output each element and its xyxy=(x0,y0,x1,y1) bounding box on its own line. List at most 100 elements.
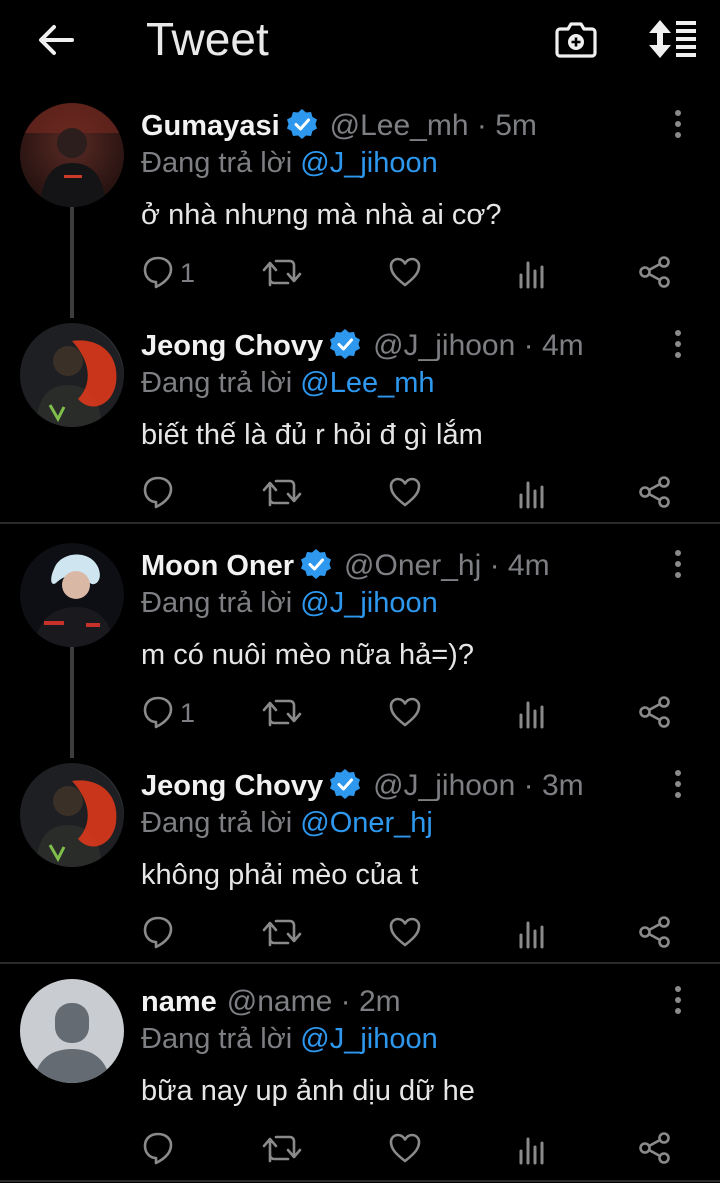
tweet-actions: 1 xyxy=(140,255,700,295)
timestamp: 3m xyxy=(541,769,584,803)
mention-link[interactable]: @J_jihoon xyxy=(300,587,437,619)
retweet-button[interactable] xyxy=(262,255,302,291)
bottom-separator xyxy=(0,1180,720,1182)
tweet[interactable]: Jeong Chovy @J_jihoon · 3m Đang trả lời @… xyxy=(0,763,720,963)
share-button[interactable] xyxy=(638,1131,672,1167)
mention-link[interactable]: @J_jihoon xyxy=(300,147,437,179)
verified-badge-icon xyxy=(286,108,318,140)
tweet[interactable]: Moon Oner @Oner_hj · 4m Đang trả lời @J_j… xyxy=(0,543,720,753)
default-avatar[interactable] xyxy=(20,979,124,1083)
separator-dot: · xyxy=(332,985,359,1019)
separator-dot: · xyxy=(468,109,496,143)
display-name[interactable]: name xyxy=(141,986,217,1018)
more-options-icon[interactable] xyxy=(664,985,692,1015)
analytics-button[interactable] xyxy=(518,475,546,511)
retweet-button[interactable] xyxy=(262,915,302,951)
avatar[interactable] xyxy=(20,543,124,647)
tweet-header: Jeong Chovy @J_jihoon · 4m xyxy=(141,325,584,365)
replying-to: Đang trả lời @J_jihoon xyxy=(141,583,438,623)
user-handle: @J_jihoon xyxy=(373,769,516,803)
user-handle: @name xyxy=(226,985,333,1019)
analytics-button[interactable] xyxy=(518,695,546,731)
mention-link[interactable]: @Oner_hj xyxy=(300,807,433,839)
tweet-header: Gumayasi @Lee_mh · 5m xyxy=(141,105,537,145)
more-options-icon[interactable] xyxy=(664,549,692,579)
thread-separator xyxy=(0,522,720,524)
like-button[interactable] xyxy=(388,475,422,511)
more-options-icon[interactable] xyxy=(664,329,692,359)
more-options-icon[interactable] xyxy=(664,109,692,139)
tweet-header: Jeong Chovy @J_jihoon · 3m xyxy=(141,765,584,805)
user-handle: @Oner_hj xyxy=(344,549,482,583)
tweet[interactable]: name @name · 2m Đang trả lời @J_jihoon bữ… xyxy=(0,979,720,1179)
display-name[interactable]: Gumayasi xyxy=(141,110,280,142)
like-button[interactable] xyxy=(388,695,422,731)
reply-prefix: Đang trả lời xyxy=(141,1023,293,1055)
reply-count: 1 xyxy=(180,698,196,728)
user-handle: @J_jihoon xyxy=(373,329,516,363)
page-title: Tweet xyxy=(146,13,269,65)
share-button[interactable] xyxy=(638,695,672,731)
tweet[interactable]: Jeong Chovy @J_jihoon · 4m Đang trả lời @… xyxy=(0,323,720,523)
tweet-text: không phải mèo của t xyxy=(141,859,419,891)
top-bar: Tweet xyxy=(0,0,720,80)
tweet-actions: 1 xyxy=(140,695,700,735)
tweet-header: name @name · 2m xyxy=(141,981,401,1021)
share-button[interactable] xyxy=(638,255,672,291)
display-name[interactable]: Jeong Chovy xyxy=(141,770,323,802)
tweet-header: Moon Oner @Oner_hj · 4m xyxy=(141,545,550,585)
more-options-icon[interactable] xyxy=(664,769,692,799)
display-name[interactable]: Jeong Chovy xyxy=(141,330,323,362)
reply-button[interactable]: 1 xyxy=(142,255,195,291)
tweet-text: biết thế là đủ r hỏi đ gì lắm xyxy=(141,419,483,451)
replying-to: Đang trả lời @J_jihoon xyxy=(141,1019,438,1059)
retweet-button[interactable] xyxy=(262,475,302,511)
reply-count: 1 xyxy=(180,258,196,288)
analytics-button[interactable] xyxy=(518,255,546,291)
separator-dot: · xyxy=(515,769,542,803)
analytics-button[interactable] xyxy=(518,1131,546,1167)
replying-to: Đang trả lời @J_jihoon xyxy=(141,143,438,183)
mention-link[interactable]: @J_jihoon xyxy=(300,1023,437,1055)
tweet-text: bữa nay up ảnh dịu dữ he xyxy=(141,1075,475,1107)
sort-icon[interactable] xyxy=(646,18,698,60)
retweet-button[interactable] xyxy=(262,695,302,731)
like-button[interactable] xyxy=(388,915,422,951)
avatar[interactable] xyxy=(20,103,124,207)
separator-dot: · xyxy=(481,549,508,583)
tweet-text: ở nhà nhưng mà nhà ai cơ? xyxy=(141,199,502,231)
tweet[interactable]: Gumayasi @Lee_mh · 5m Đang trả lời @J_jih… xyxy=(0,103,720,313)
tweet-text: m có nuôi mèo nữa hả=)? xyxy=(141,639,474,671)
share-button[interactable] xyxy=(638,915,672,951)
like-button[interactable] xyxy=(388,1131,422,1167)
timestamp: 5m xyxy=(495,109,537,143)
timestamp: 2m xyxy=(358,985,401,1019)
tweet-actions xyxy=(140,475,700,515)
reply-prefix: Đang trả lời xyxy=(141,367,293,399)
reply-button[interactable] xyxy=(142,475,174,511)
reply-button[interactable] xyxy=(142,915,174,951)
replying-to: Đang trả lời @Oner_hj xyxy=(141,803,433,843)
thread-separator xyxy=(0,962,720,964)
back-arrow-icon[interactable] xyxy=(36,20,76,60)
reply-prefix: Đang trả lời xyxy=(141,807,293,839)
avatar[interactable] xyxy=(20,323,124,427)
avatar[interactable] xyxy=(20,763,124,867)
reply-prefix: Đang trả lời xyxy=(141,147,293,179)
user-handle: @Lee_mh xyxy=(329,109,469,143)
tweet-actions xyxy=(140,915,700,955)
separator-dot: · xyxy=(515,329,542,363)
display-name[interactable]: Moon Oner xyxy=(141,550,294,582)
replying-to: Đang trả lời @Lee_mh xyxy=(141,363,435,403)
reply-button[interactable]: 1 xyxy=(142,695,195,731)
verified-badge-icon xyxy=(329,328,361,360)
share-button[interactable] xyxy=(638,475,672,511)
retweet-button[interactable] xyxy=(262,1131,302,1167)
like-button[interactable] xyxy=(388,255,422,291)
verified-badge-icon xyxy=(300,548,332,580)
reply-button[interactable] xyxy=(142,1131,174,1167)
mention-link[interactable]: @Lee_mh xyxy=(300,367,434,399)
verified-badge-icon xyxy=(329,768,361,800)
analytics-button[interactable] xyxy=(518,915,546,951)
camera-icon[interactable] xyxy=(554,17,598,61)
